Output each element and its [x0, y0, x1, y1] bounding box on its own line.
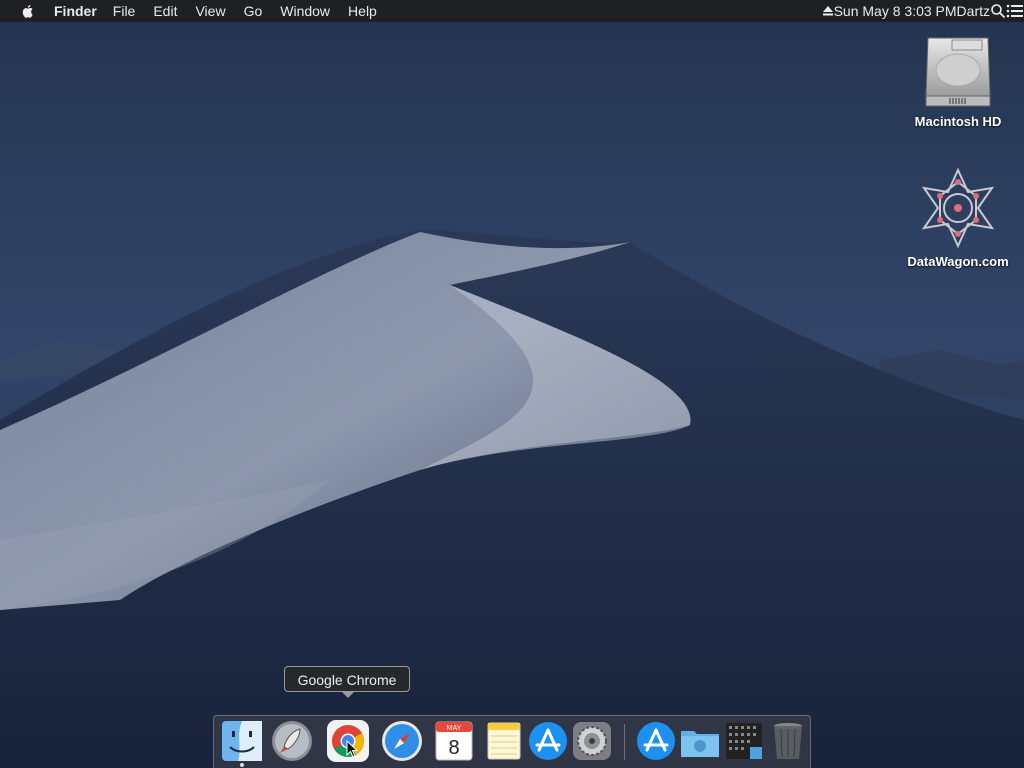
dock-separator [624, 724, 625, 760]
safari-icon [382, 721, 422, 761]
fast-user-switching-name[interactable]: Dartz [957, 3, 990, 19]
menu-edit[interactable]: Edit [153, 0, 177, 22]
calendar-icon: MAY 8 [435, 721, 473, 761]
calendar-month: MAY [447, 725, 462, 732]
trash-icon [774, 723, 802, 759]
dock-item-notes[interactable] [482, 719, 526, 763]
datawagon-icon [921, 167, 995, 249]
desktop-icon-label: DataWagon.com [907, 254, 1009, 269]
dock-item-calendar[interactable]: MAY 8 [432, 719, 476, 763]
finder-icon [222, 721, 262, 761]
menu-bar: Finder File Edit View Go Window Help Sun… [0, 0, 1024, 22]
menu-app-finder[interactable]: Finder [54, 0, 97, 22]
dock-item-trash[interactable] [766, 719, 810, 763]
apple-menu-icon[interactable] [20, 3, 36, 19]
menu-view[interactable]: View [195, 0, 225, 22]
desktop-icon-macintosh-hd[interactable]: Macintosh HD [898, 30, 1018, 129]
menu-file[interactable]: File [113, 0, 136, 22]
dock-item-safari[interactable] [380, 719, 424, 763]
desktop-icon-datawagon[interactable]: DataWagon.com [898, 166, 1018, 269]
eject-icon[interactable] [822, 5, 834, 17]
notes-icon [487, 722, 521, 760]
dock-item-finder[interactable] [220, 719, 264, 763]
app-store-icon [529, 722, 567, 760]
menu-help[interactable]: Help [348, 0, 377, 22]
dock-item-system-preferences[interactable] [570, 719, 614, 763]
running-indicator [240, 763, 244, 767]
spotlight-search-icon[interactable] [990, 3, 1006, 19]
desktop-icon-label: Macintosh HD [914, 114, 1002, 129]
menu-bar-clock[interactable]: Sun May 8 3:03 PM [834, 3, 957, 19]
menu-go[interactable]: Go [244, 0, 263, 22]
desktop-wallpaper [0, 0, 1024, 768]
notification-center-icon[interactable] [1006, 3, 1024, 19]
dock-item-screenshots[interactable] [722, 719, 766, 763]
dock-item-app-store[interactable] [526, 719, 570, 763]
applications-stack-icon [637, 722, 675, 760]
mouse-cursor-icon [346, 740, 358, 758]
dock-item-applications[interactable] [634, 719, 678, 763]
screenshots-stack-icon [726, 723, 762, 759]
menu-window[interactable]: Window [280, 0, 330, 22]
dock-tooltip: Google Chrome [284, 666, 410, 698]
calendar-day: 8 [448, 737, 459, 759]
launchpad-icon [272, 721, 312, 761]
system-preferences-icon [573, 722, 611, 760]
downloads-folder-icon [681, 731, 719, 757]
dock-item-launchpad[interactable] [270, 719, 314, 763]
hard-drive-icon [925, 37, 991, 107]
dock: MAY 8 [213, 715, 811, 768]
dock-item-downloads[interactable] [678, 719, 722, 763]
